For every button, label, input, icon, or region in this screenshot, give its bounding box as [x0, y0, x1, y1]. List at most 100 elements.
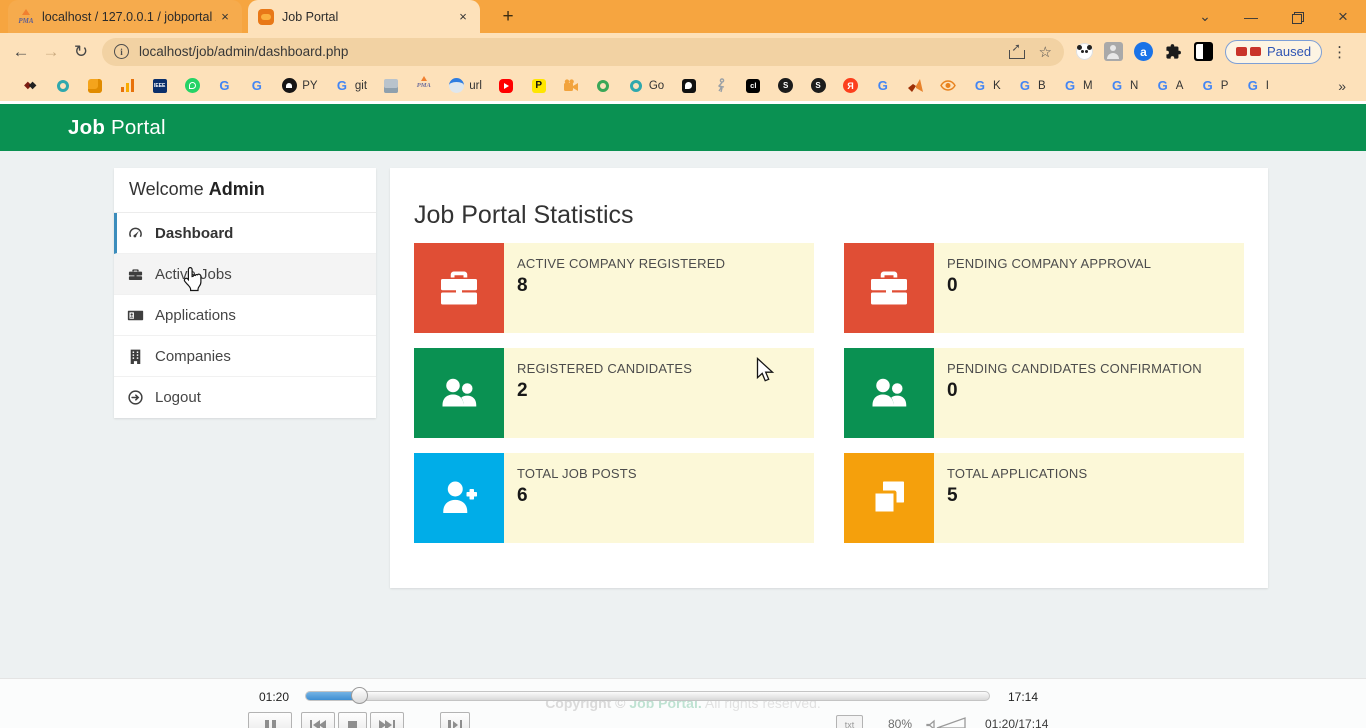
bookmark-ieee-badge[interactable]: IEEE: [144, 74, 176, 98]
bookmark-google[interactable]: G: [208, 74, 240, 98]
sidebar-item-label: Active Jobs: [155, 266, 232, 283]
forward-button[interactable]: →: [36, 37, 66, 67]
sidebar-item-dashboard[interactable]: Dashboard: [114, 213, 376, 254]
bookmark-cl-badge[interactable]: cl: [737, 74, 769, 98]
paused-label: Paused: [1267, 44, 1311, 59]
cl-badge-icon: cl: [745, 78, 761, 94]
subtitle-txt-button[interactable]: txt: [836, 715, 863, 728]
bookmark-teal-ring-go[interactable]: Go: [620, 74, 673, 98]
bookmark-label: Go: [649, 80, 664, 92]
stat-value: 2: [517, 380, 814, 402]
close-button[interactable]: ×: [1320, 0, 1366, 33]
bookmark-dark-globe[interactable]: S: [802, 74, 834, 98]
orange-cube-icon: [87, 78, 103, 94]
google-icon: G: [216, 78, 232, 94]
bookmark-google[interactable]: G: [867, 74, 899, 98]
bookmark-diamonds[interactable]: ◆◆: [14, 74, 46, 98]
bookmark-star-icon[interactable]: ☆: [1039, 43, 1052, 61]
bookmark-google-git[interactable]: Ggit: [326, 74, 376, 98]
a-extension-icon[interactable]: a: [1134, 42, 1153, 61]
gray-tool-icon: [383, 78, 399, 94]
bookmark-google-m[interactable]: GM: [1054, 74, 1101, 98]
address-bar[interactable]: i localhost/job/admin/dashboard.php ☆: [102, 38, 1064, 66]
stat-label: TOTAL APPLICATIONS: [947, 466, 1244, 481]
bookmark-eye[interactable]: [931, 74, 963, 98]
restore-button[interactable]: [1274, 0, 1320, 33]
bookmark-github-py[interactable]: PY: [273, 74, 326, 98]
bookmark-camera[interactable]: [555, 74, 587, 98]
app-brand[interactable]: Job Portal: [68, 116, 166, 140]
back-button[interactable]: ←: [6, 37, 36, 67]
green-ring-icon: [595, 78, 611, 94]
volume-icon[interactable]: [925, 715, 967, 728]
player-seekbar[interactable]: [305, 691, 990, 701]
bookmark-google[interactable]: G: [241, 74, 273, 98]
bookmark-label: K: [993, 80, 1001, 92]
bookmark-whatsapp[interactable]: [176, 74, 208, 98]
tab-phpmyadmin[interactable]: PMA localhost / 127.0.0.1 / jobportal / …: [8, 0, 242, 33]
url-text[interactable]: localhost/job/admin/dashboard.php: [139, 44, 1009, 59]
bookmark-bird[interactable]: [672, 74, 704, 98]
google-icon: G: [1200, 78, 1216, 94]
bookmark-orange-cube[interactable]: [79, 74, 111, 98]
minimize-button[interactable]: —: [1228, 0, 1274, 33]
bookmark-google-i[interactable]: GI: [1237, 74, 1278, 98]
bookmark-yellow-p[interactable]: P: [523, 74, 555, 98]
bookmark-yandex[interactable]: Я: [834, 74, 866, 98]
brand-bold: Job: [68, 116, 105, 139]
sidebar-item-logout[interactable]: Logout: [114, 377, 376, 418]
bookmark-green-ring[interactable]: [587, 74, 619, 98]
bookmark-dark-globe[interactable]: S: [770, 74, 802, 98]
person-extension-icon[interactable]: [1104, 42, 1123, 61]
reload-button[interactable]: ↻: [66, 37, 96, 67]
paused-extension-pill[interactable]: Paused: [1225, 40, 1322, 64]
step-button[interactable]: [440, 712, 470, 728]
bookmark-google-p[interactable]: GP: [1192, 74, 1237, 98]
bookmark-teal-ring[interactable]: [46, 74, 78, 98]
welcome-header: Welcome Admin: [114, 168, 376, 213]
bookmark-google-k[interactable]: GK: [964, 74, 1009, 98]
tab-search-chevron-icon[interactable]: ⌄: [1182, 0, 1228, 33]
share-icon[interactable]: [1009, 45, 1025, 59]
player-seekbar-thumb[interactable]: [351, 687, 368, 704]
stat-label: REGISTERED CANDIDATES: [517, 361, 814, 376]
bookmark-gray-tool[interactable]: [375, 74, 407, 98]
stat-card-active-companies: ACTIVE COMPANY REGISTERED 8: [414, 243, 814, 333]
bookmark-runner[interactable]: [705, 74, 737, 98]
panda-extension-icon[interactable]: [1076, 43, 1093, 60]
tab-job-portal[interactable]: Job Portal ×: [248, 0, 480, 33]
sidebar-item-applications[interactable]: Applications: [114, 295, 376, 336]
fast-forward-button[interactable]: [370, 712, 404, 728]
sidebar-item-companies[interactable]: Companies: [114, 336, 376, 377]
rewind-button[interactable]: [301, 712, 335, 728]
bookmark-google-a[interactable]: GA: [1147, 74, 1192, 98]
bookmark-label: I: [1266, 80, 1269, 92]
sidebar-item-label: Applications: [155, 307, 236, 324]
pma-icon: PMA: [416, 78, 432, 94]
bookmark-youtube[interactable]: [490, 74, 522, 98]
bookmark-pma[interactable]: PMA: [408, 74, 440, 98]
bookmark-matlab[interactable]: [899, 74, 931, 98]
tab-close-icon[interactable]: ×: [454, 8, 472, 26]
stat-card-body: ACTIVE COMPANY REGISTERED 8: [504, 243, 814, 333]
sidebar-item-active-jobs[interactable]: Active Jobs: [114, 254, 376, 295]
stop-button[interactable]: [338, 712, 367, 728]
bookmark-blue-arc-url[interactable]: url: [440, 74, 490, 98]
pause-button[interactable]: [248, 712, 292, 728]
bookmarks-bar: ◆◆IEEEGGPYGgitPMAurlPGoclSSЯGGKGBGMGNGAG…: [0, 70, 1366, 101]
bookmark-google-b[interactable]: GB: [1009, 74, 1054, 98]
tab-close-icon[interactable]: ×: [216, 8, 234, 26]
google-icon: G: [875, 78, 891, 94]
new-tab-button[interactable]: +: [496, 5, 520, 29]
bookmark-label: B: [1038, 80, 1046, 92]
darkreader-extension-icon[interactable]: [1194, 42, 1213, 61]
google-icon: G: [1155, 78, 1171, 94]
sidebar-item-label: Dashboard: [155, 225, 233, 242]
bookmark-google-n[interactable]: GN: [1101, 74, 1147, 98]
browser-menu-button[interactable]: ⋮: [1332, 43, 1347, 61]
page-content: Welcome Admin Dashboard Active Jobs Appl…: [0, 151, 1366, 728]
bookmarks-overflow-chevron[interactable]: »: [1338, 78, 1356, 94]
bookmark-bars-chart[interactable]: [111, 74, 143, 98]
extensions-puzzle-icon[interactable]: [1164, 42, 1183, 61]
site-info-icon[interactable]: i: [114, 44, 129, 59]
